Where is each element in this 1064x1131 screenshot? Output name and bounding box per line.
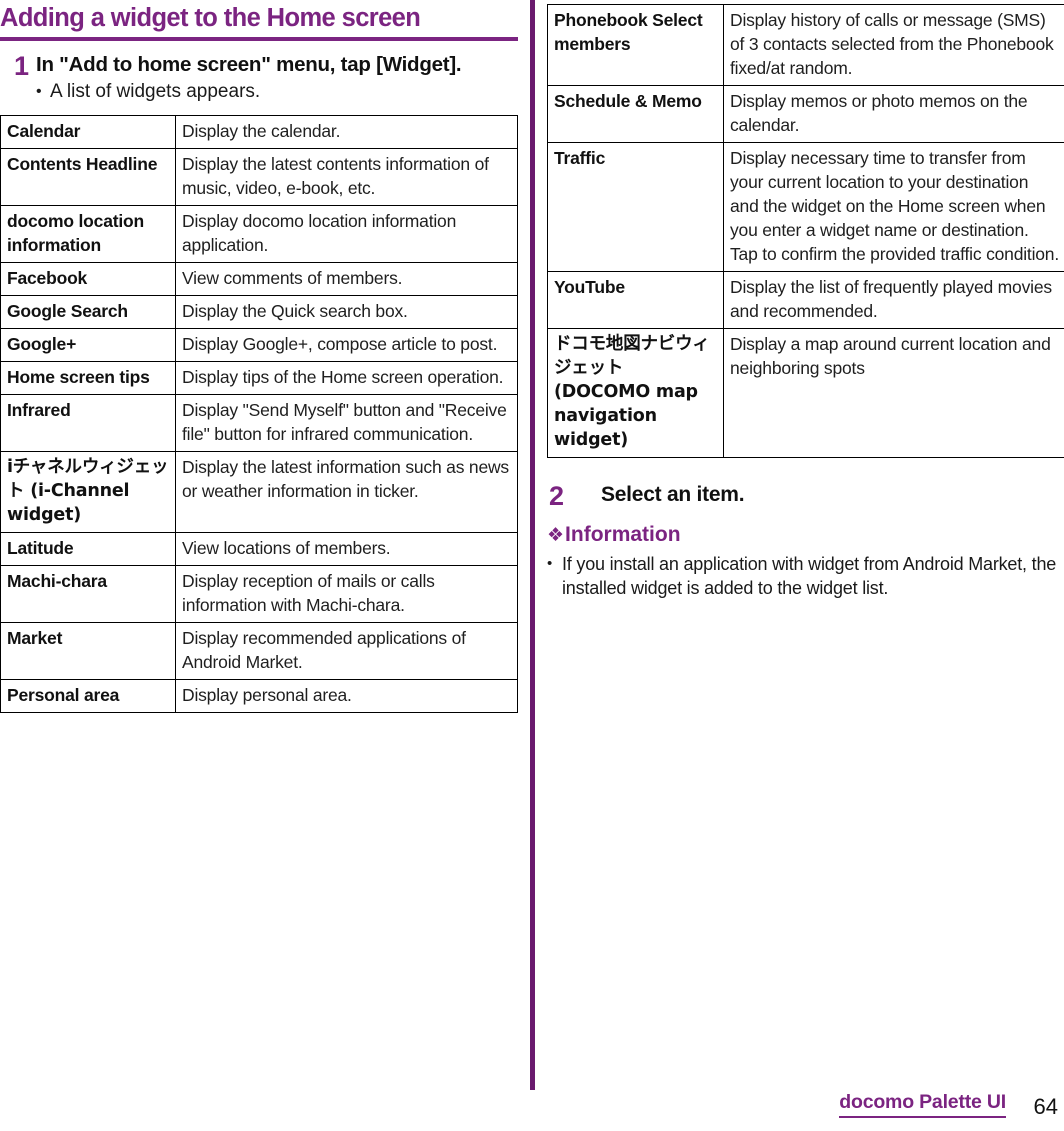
step-2-instruction: Select an item. (601, 483, 745, 506)
widget-name: Infrared (0, 394, 176, 452)
widget-name: YouTube (547, 271, 724, 329)
widget-list-table-right: Phonebook Select members Display history … (547, 4, 1064, 458)
widget-description: Display necessary time to transfer from … (723, 142, 1064, 272)
widget-name: Facebook (0, 262, 176, 296)
bullet-icon: • (547, 555, 553, 572)
right-table-body: Phonebook Select members Display history … (547, 4, 1064, 458)
table-row: Traffic Display necessary time to transfe… (547, 142, 1064, 272)
step-2-body: Select an item. (601, 482, 1064, 508)
widget-name: Machi-chara (0, 565, 176, 623)
widget-description: View comments of members. (175, 262, 518, 296)
table-row: YouTube Display the list of frequently pl… (547, 271, 1064, 329)
widget-description: Display the calendar. (175, 115, 518, 149)
step-1-body: In "Add to home screen" menu, tap [Widge… (36, 52, 520, 104)
title-underline-rule (0, 37, 518, 41)
information-item: • If you install an application with wid… (547, 552, 1064, 600)
table-row: Personal area Display personal area. (0, 679, 518, 713)
step-1-instruction: In "Add to home screen" menu, tap [Widge… (36, 53, 462, 76)
table-row: docomo location information Display docom… (0, 205, 518, 263)
left-table-body: Calendar Display the calendar. Contents H… (0, 115, 518, 713)
widget-description: Display Google+, compose article to post… (175, 328, 518, 362)
step-2: 2 Select an item. (547, 482, 1064, 510)
step-1: 1 In "Add to home screen" menu, tap [Wid… (0, 52, 520, 104)
widget-name: Google+ (0, 328, 176, 362)
diamond-icon: ❖ (547, 525, 565, 546)
table-row: Facebook View comments of members. (0, 262, 518, 296)
table-row: Google Search Display the Quick search bo… (0, 295, 518, 329)
widget-description: Display tips of the Home screen operatio… (175, 361, 518, 395)
table-row: Infrared Display "Send Myself" button and… (0, 394, 518, 452)
page-title: Adding a widget to the Home screen (0, 4, 421, 32)
table-row: iチャネルウィジェット (i-Channel widget) Display th… (0, 451, 518, 533)
widget-name: Personal area (0, 679, 176, 713)
widget-description: Display recommended applications of Andr… (175, 622, 518, 680)
widget-name: Calendar (0, 115, 176, 149)
information-heading-label: Information (565, 523, 681, 546)
information-item-text: If you install an application with widge… (562, 554, 1057, 598)
widget-description: Display memos or photo memos on the cale… (723, 85, 1064, 143)
table-row: Market Display recommended applications o… (0, 622, 518, 680)
widget-name: ドコモ地図ナビウィジェット (DOCOMO map navigation wid… (547, 328, 724, 458)
widget-description: View locations of members. (175, 532, 518, 566)
widget-description: Display reception of mails or calls info… (175, 565, 518, 623)
footer-page-number: 64 (1033, 1094, 1058, 1119)
table-row: Phonebook Select members Display history … (547, 4, 1064, 86)
right-column: Phonebook Select members Display history … (547, 0, 1064, 1131)
step-1-note-text: A list of widgets appears. (50, 81, 261, 102)
widget-name: Contents Headline (0, 148, 176, 206)
widget-name: iチャネルウィジェット (i-Channel widget) (0, 451, 176, 533)
step-2-number: 2 (549, 481, 565, 511)
widget-description: Display the latest contents information … (175, 148, 518, 206)
left-column: Adding a widget to the Home screen 1 In … (0, 0, 520, 1131)
widget-name: Schedule & Memo (547, 85, 724, 143)
table-row: Home screen tips Display tips of the Home… (0, 361, 518, 395)
table-row: Calendar Display the calendar. (0, 115, 518, 149)
widget-description: Display docomo location information appl… (175, 205, 518, 263)
table-row: Latitude View locations of members. (0, 532, 518, 566)
widget-name: Traffic (547, 142, 724, 272)
widget-description: Display history of calls or message (SMS… (723, 4, 1064, 86)
widget-name: Home screen tips (0, 361, 176, 395)
table-row: Google+ Display Google+, compose article … (0, 328, 518, 362)
widget-name: Phonebook Select members (547, 4, 724, 86)
bullet-icon: • (36, 83, 42, 100)
widget-list-table-left: Calendar Display the calendar. Contents H… (0, 115, 518, 713)
widget-name: Latitude (0, 532, 176, 566)
information-heading: ❖ Information (547, 522, 1064, 549)
widget-name: docomo location information (0, 205, 176, 263)
table-row: ドコモ地図ナビウィジェット (DOCOMO map navigation wid… (547, 328, 1064, 458)
widget-name: Market (0, 622, 176, 680)
widget-description: Display personal area. (175, 679, 518, 713)
widget-description: Display "Send Myself" button and "Receiv… (175, 394, 518, 452)
step-1-note: • A list of widgets appears. (36, 80, 520, 104)
widget-description: Display the latest information such as n… (175, 451, 518, 533)
column-divider (530, 0, 535, 1090)
widget-description: Display a map around current location an… (723, 328, 1064, 458)
table-row: Contents Headline Display the latest cont… (0, 148, 518, 206)
step-1-number: 1 (14, 51, 30, 81)
widget-description: Display the Quick search box. (175, 295, 518, 329)
table-row: Machi-chara Display reception of mails or… (0, 565, 518, 623)
table-row: Schedule & Memo Display memos or photo me… (547, 85, 1064, 143)
widget-description: Display the list of frequently played mo… (723, 271, 1064, 329)
page-footer: docomo Palette UI 64 (0, 1088, 1064, 1124)
widget-name: Google Search (0, 295, 176, 329)
footer-chapter-label: docomo Palette UI (839, 1091, 1006, 1118)
